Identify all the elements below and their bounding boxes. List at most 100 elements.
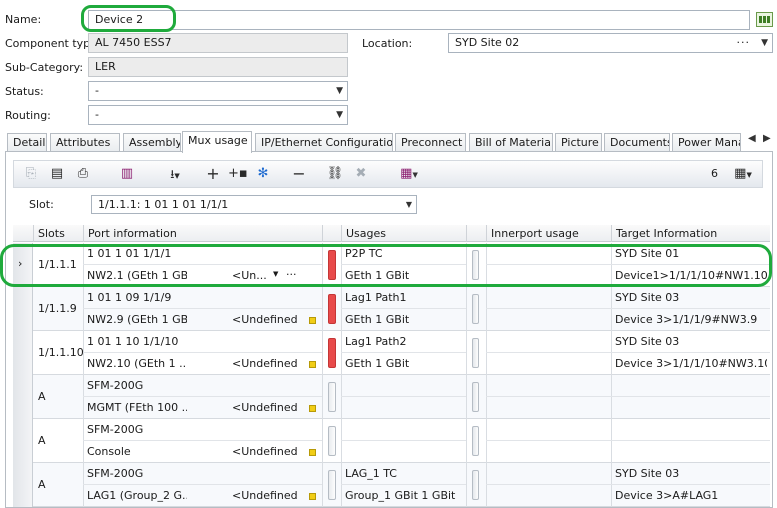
table-row[interactable]: › 1/1.1.1 1 01 1 01 1/1/1 NW2.1 (GEth 1 GBi… bbox=[13, 243, 770, 287]
table-row[interactable]: A SFM-200G Console <Undefined> bbox=[13, 419, 770, 463]
status-indicator bbox=[309, 405, 316, 412]
target-device-cell: Device1>1/1/1/10#NW1.10 bbox=[615, 269, 767, 282]
table-row[interactable]: A SFM-200G LAG1 (Group_2 G... <Undefined> LA… bbox=[13, 463, 770, 507]
more-icon[interactable]: ··· bbox=[737, 34, 751, 52]
row-selector[interactable] bbox=[13, 375, 33, 419]
port-name-cell: SFM-200G bbox=[87, 423, 144, 436]
table-row[interactable]: 1/1.1.10 1 01 1 10 1/1/10 NW2.10 (GEth 1 .… bbox=[13, 331, 770, 375]
port-name-cell: 1 01 1 09 1/1/9 bbox=[87, 291, 172, 304]
grid-icon bbox=[759, 16, 770, 23]
print-icon[interactable]: ⎙ bbox=[74, 165, 92, 183]
slot-value: 1/1.1.1: 1 01 1 01 1/1/1 bbox=[98, 198, 229, 211]
tab-scroll-right-icon[interactable]: ▶ bbox=[763, 133, 771, 144]
innerport-bar bbox=[472, 382, 479, 412]
tab-bill-of-material[interactable]: Bill of Material bbox=[469, 133, 553, 152]
chevron-down-icon[interactable]: ▼ bbox=[336, 106, 343, 124]
innerport-bar bbox=[472, 426, 479, 456]
port-mode-cell[interactable]: <Undefined> bbox=[232, 309, 298, 331]
port-name-cell: 1 01 1 01 1/1/1 bbox=[87, 247, 172, 260]
row-selector[interactable]: › bbox=[13, 243, 33, 287]
columns-dropdown-icon[interactable]: ▦▼ bbox=[729, 165, 757, 183]
save-icon[interactable]: ▤ bbox=[48, 165, 66, 183]
tab-mux-usage[interactable]: Mux usage bbox=[182, 131, 252, 153]
usage-name-cell: P2P TC bbox=[345, 247, 383, 260]
remove-icon[interactable]: − bbox=[290, 165, 308, 183]
slot-cell: 1/1.1.9 bbox=[38, 302, 77, 315]
port-interface-cell: MGMT (FEth 100 ... bbox=[87, 401, 187, 414]
port-mode-cell[interactable]: <Undefined> bbox=[232, 353, 298, 375]
col-target-information[interactable]: Target Information bbox=[611, 225, 770, 242]
slot-select[interactable]: 1/1.1.1: 1 01 1 01 1/1/1 ▼ bbox=[91, 195, 417, 214]
component-type-field: AL 7450 ESS7 bbox=[88, 33, 348, 53]
row-selector[interactable] bbox=[13, 287, 33, 331]
routing-select[interactable]: - ▼ bbox=[88, 105, 348, 125]
slot-cell: A bbox=[38, 478, 46, 491]
col-usage-bar[interactable] bbox=[322, 225, 341, 242]
tab-picture[interactable]: Picture bbox=[555, 133, 602, 152]
usage-rate-cell: GEth 1 GBit bbox=[345, 357, 410, 370]
table-row[interactable]: A SFM-200G MGMT (FEth 100 ... <Undefined> bbox=[13, 375, 770, 419]
usage-name-cell: LAG_1 TC bbox=[345, 467, 397, 480]
usage-bar bbox=[328, 426, 336, 456]
tab-preconnect[interactable]: Preconnect bbox=[395, 133, 466, 152]
tab-ip-ethernet[interactable]: IP/Ethernet Configuration bbox=[255, 133, 393, 152]
add-item-icon[interactable]: +▪ bbox=[228, 165, 248, 183]
row-selector[interactable] bbox=[13, 331, 33, 375]
slot-cell: 1/1.1.1 bbox=[38, 258, 77, 271]
table-row[interactable]: 1/1.1.9 1 01 1 09 1/1/9 NW2.9 (GEth 1 GBit… bbox=[13, 287, 770, 331]
target-site-cell: SYD Site 03 bbox=[615, 335, 680, 348]
target-device-cell: Device 3>1/1/1/10#NW3.10 bbox=[615, 357, 767, 370]
row-selector[interactable] bbox=[13, 463, 33, 507]
innerport-bar bbox=[472, 250, 479, 280]
chevron-down-icon[interactable]: ▼ bbox=[406, 196, 412, 213]
port-mode-cell[interactable]: <Undefined> bbox=[232, 485, 298, 507]
unlink-icon[interactable]: ✖ bbox=[352, 165, 370, 183]
port-mode-cell[interactable]: <Undefined> bbox=[232, 397, 298, 419]
tab-scroll-left-icon[interactable]: ◀ bbox=[748, 133, 756, 144]
port-interface-cell: Console bbox=[87, 445, 131, 458]
location-select[interactable]: SYD Site 02 ··· ▼ bbox=[448, 33, 773, 53]
chevron-down-icon[interactable]: ▼ bbox=[273, 270, 278, 278]
chevron-down-icon[interactable]: ▼ bbox=[336, 82, 343, 100]
col-innerport-bar[interactable] bbox=[466, 225, 486, 242]
tab-attributes[interactable]: Attributes bbox=[50, 133, 120, 152]
port-interface-cell: NW2.9 (GEth 1 GBit) bbox=[87, 313, 187, 326]
col-innerport-usage[interactable]: Innerport usage bbox=[486, 225, 611, 242]
add-icon[interactable]: + bbox=[204, 165, 222, 183]
tab-power-management[interactable]: Power Manage bbox=[672, 133, 741, 152]
usage-rate-cell bbox=[345, 441, 463, 463]
list-icon[interactable]: ▥ bbox=[118, 165, 136, 183]
name-label: Name: bbox=[5, 13, 42, 26]
port-interface-cell: NW2.10 (GEth 1 ... bbox=[87, 357, 187, 370]
status-select[interactable]: - ▼ bbox=[88, 81, 348, 101]
port-interface-cell: NW2.1 (GEth 1 GBit) bbox=[87, 269, 187, 282]
port-mode-cell[interactable]: <Undefined> bbox=[232, 441, 298, 463]
col-port-information[interactable]: Port information bbox=[83, 225, 321, 242]
tab-documents[interactable]: Documents bbox=[604, 133, 670, 152]
target-site-cell: SYD Site 03 bbox=[615, 467, 680, 480]
chevron-down-icon[interactable]: ▼ bbox=[761, 34, 768, 52]
snowflake-icon[interactable]: ✻ bbox=[254, 165, 272, 183]
usage-bar bbox=[328, 470, 336, 500]
slot-cell: A bbox=[38, 434, 46, 447]
target-device-cell bbox=[615, 441, 767, 463]
routing-label: Routing: bbox=[5, 109, 51, 122]
row-selector[interactable] bbox=[13, 419, 33, 463]
report-dropdown-icon[interactable]: ▦▼ bbox=[396, 165, 422, 183]
tab-assembly[interactable]: Assembly bbox=[123, 133, 181, 152]
more-icon[interactable]: ··· bbox=[286, 268, 297, 281]
slot-cell: 1/1.1.10 bbox=[38, 346, 84, 359]
status-label: Status: bbox=[5, 85, 44, 98]
subcategory-label: Sub-Category: bbox=[5, 61, 84, 74]
location-value: SYD Site 02 bbox=[455, 36, 520, 49]
link-icon[interactable]: ⛓ bbox=[326, 165, 344, 183]
tab-detail[interactable]: Detail bbox=[7, 133, 47, 152]
col-usages[interactable]: Usages bbox=[341, 225, 466, 242]
usage-bar bbox=[328, 250, 336, 280]
name-action-button[interactable] bbox=[756, 12, 773, 27]
name-input[interactable]: Device 2 bbox=[88, 10, 750, 30]
status-indicator bbox=[309, 449, 316, 456]
connect-icon[interactable]: ⎘ bbox=[22, 165, 40, 183]
import-dropdown-icon[interactable]: ⭳▼ bbox=[162, 165, 188, 183]
routing-value: - bbox=[95, 108, 99, 121]
